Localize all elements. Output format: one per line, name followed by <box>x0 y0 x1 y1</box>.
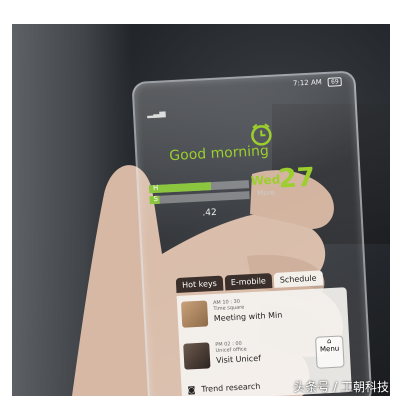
date-day: Wed <box>250 172 281 188</box>
trend-label: Trend research <box>201 381 261 394</box>
status-bars: H S <box>148 180 250 207</box>
stat-bar-s-label: S <box>153 194 159 204</box>
photo-scene: 7:12 AM 69 ▂▃▅ Good morning H S .42 Wed … <box>0 0 401 411</box>
greeting-text: Good morning <box>168 143 270 165</box>
status-time: 7:12 AM <box>292 78 323 88</box>
watermark: 头条号 / 工朝科技 <box>293 380 389 394</box>
battery-icon: 69 <box>327 77 342 87</box>
tab-e-mobile[interactable]: E-mobile <box>224 273 273 291</box>
menu-label: Menu <box>319 344 340 354</box>
event-2-photo <box>183 342 211 370</box>
stat-bar-s: S <box>149 191 250 205</box>
tab-hot-keys[interactable]: Hot keys <box>175 275 224 294</box>
status-bar: 7:12 AM 69 <box>293 77 342 89</box>
schedule-event-1[interactable]: AM 10 : 30 Time square Meeting with Min <box>180 297 283 328</box>
weather-value: .42 <box>202 207 217 219</box>
event-1-photo <box>180 300 209 328</box>
event-2-title: Visit Unicef <box>215 353 262 366</box>
event-2-place: Unicef office <box>215 346 247 355</box>
trend-row[interactable]: ◙ Trend research <box>187 382 260 395</box>
camera-icon: ◙ <box>187 385 196 395</box>
date-more-link[interactable]: More <box>257 189 275 198</box>
schedule-event-2[interactable]: PM 02 : 00 Unicef office Visit Unicef <box>183 340 261 370</box>
transparent-phone: 7:12 AM 69 ▂▃▅ Good morning H S .42 Wed … <box>131 70 373 396</box>
background-photo: 7:12 AM 69 ▂▃▅ Good morning H S .42 Wed … <box>12 24 390 396</box>
stat-bar-h-label: H <box>152 183 159 193</box>
date-number: 27 <box>277 162 316 195</box>
signal-icon: ▂▃▅ <box>146 108 166 119</box>
event-1-title: Meeting with Min <box>213 310 283 324</box>
menu-button[interactable]: ⌂ Menu <box>314 335 345 369</box>
tab-schedule[interactable]: Schedule <box>273 270 323 288</box>
